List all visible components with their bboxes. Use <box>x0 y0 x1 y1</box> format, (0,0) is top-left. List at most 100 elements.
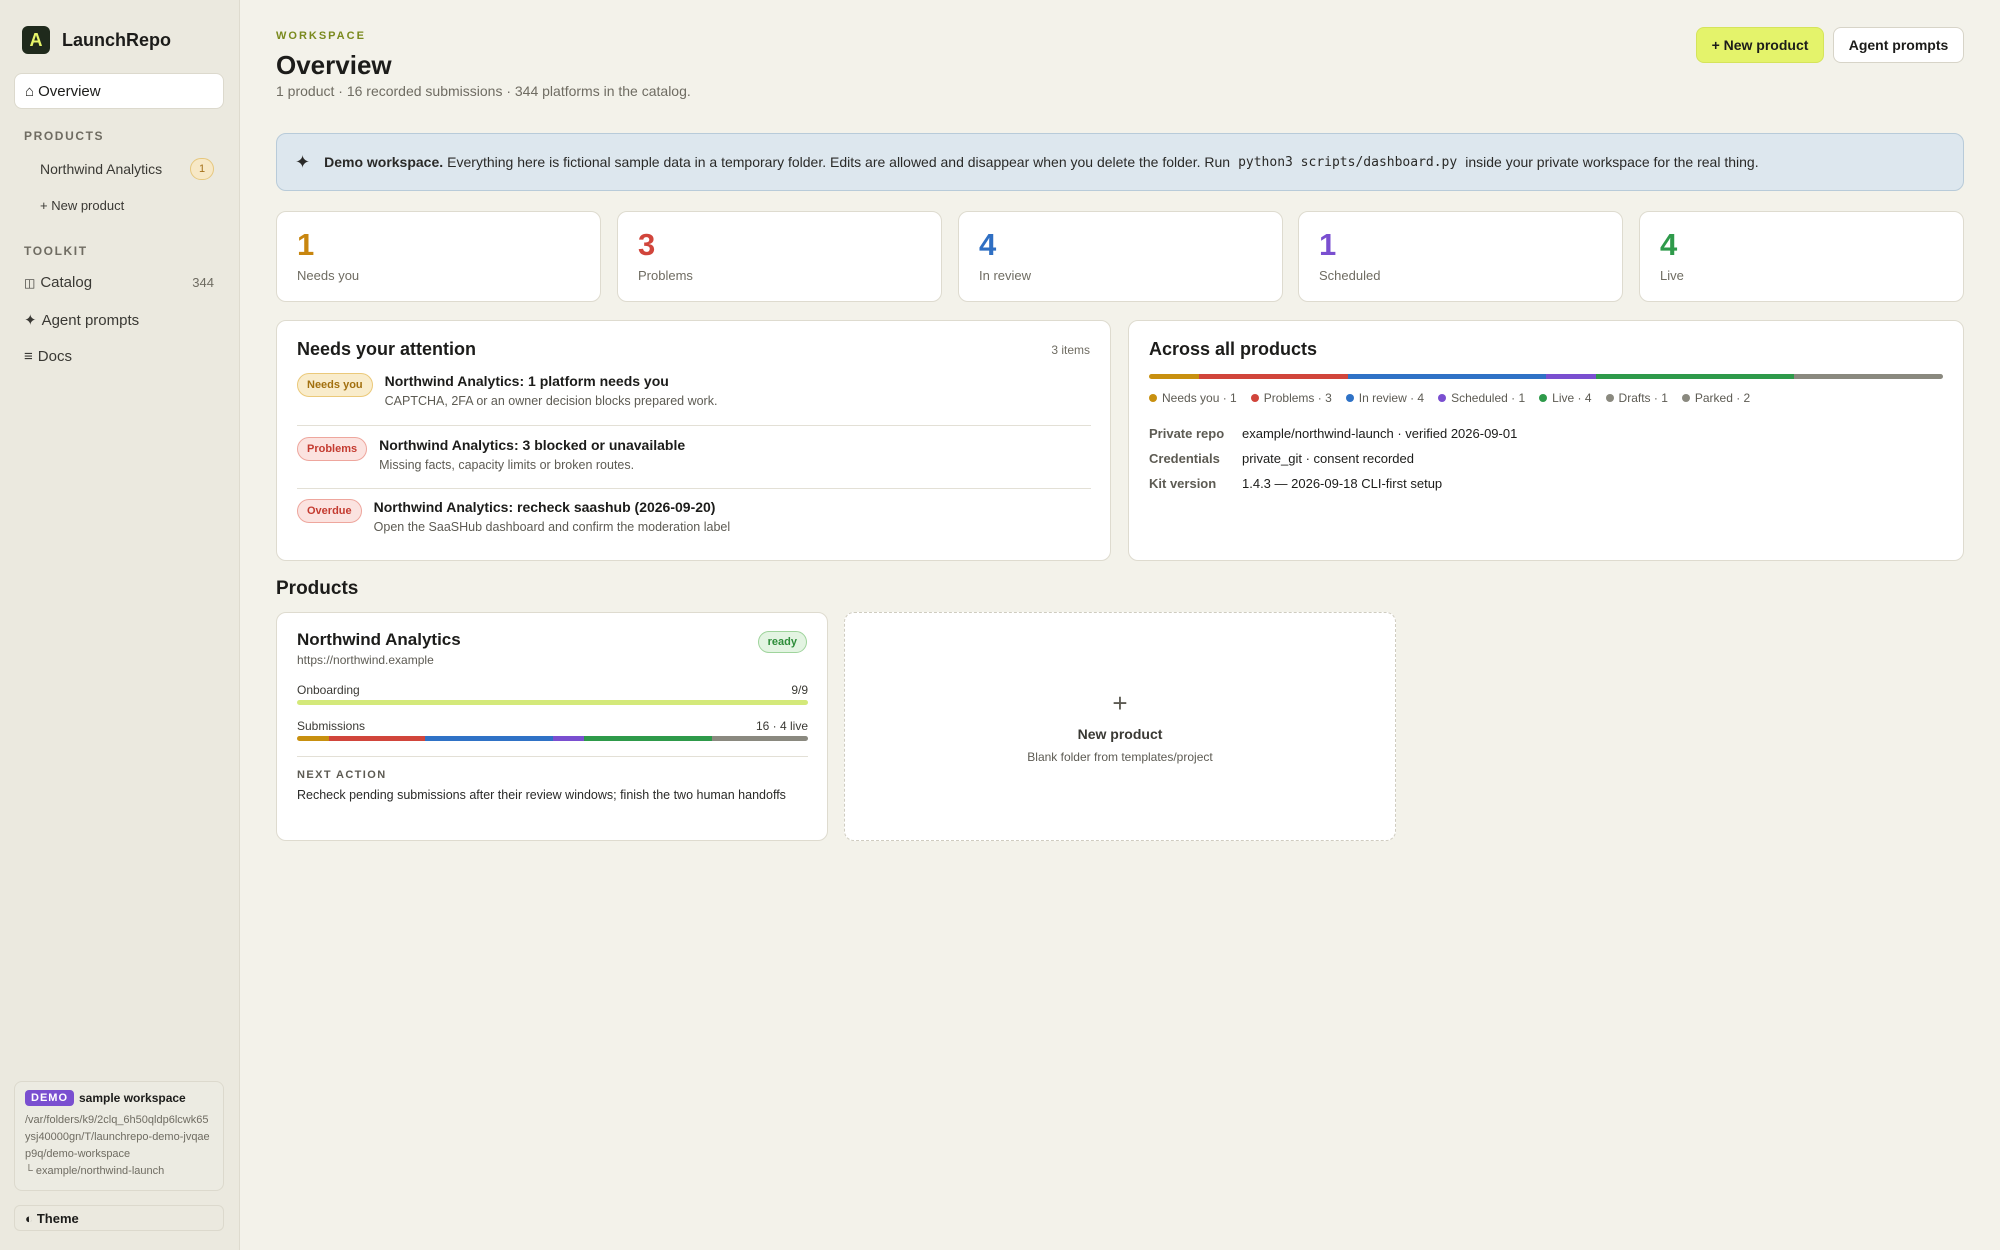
product-name: Northwind Analytics <box>297 630 461 649</box>
toolkit-section-label: TOOLKIT <box>24 244 88 258</box>
bar-segment <box>1149 374 1199 379</box>
demo-repo: └ example/northwind-launch <box>25 1165 165 1177</box>
nav-overview[interactable]: ⌂ Overview <box>14 73 224 109</box>
across-products-card: Across all products Needs you · 1 Problem… <box>1128 320 1964 561</box>
legend-dot <box>1539 394 1548 402</box>
banner-bold: Demo workspace. <box>324 154 444 170</box>
attention-item[interactable]: Overdue Northwind Analytics: recheck saa… <box>297 499 1091 534</box>
bar-segment <box>1347 374 1546 379</box>
legend-item: Needs you · 1 <box>1149 391 1237 405</box>
bar-segment <box>424 736 553 741</box>
products-section-label: PRODUCTS <box>24 129 105 143</box>
attention-item-title: Northwind Analytics: 1 platform needs yo… <box>384 373 669 389</box>
stat-in-review[interactable]: 4 In review <box>958 211 1283 302</box>
next-action-label: NEXT ACTION <box>297 769 387 781</box>
banner-text: Everything here is fictional sample data… <box>447 154 1231 170</box>
stat-live[interactable]: 4 Live <box>1639 211 1964 302</box>
bar-segment <box>297 736 329 741</box>
onboarding-progress-bar <box>297 700 808 705</box>
detail-row: Credentials private_git · consent record… <box>1149 451 1414 466</box>
stat-value: 4 <box>979 227 997 262</box>
theme-toggle[interactable]: ◐ Theme <box>14 1205 224 1231</box>
onboarding-value: 9/9 <box>791 683 808 697</box>
attention-title: Needs your attention <box>297 339 477 359</box>
stat-label: Scheduled <box>1319 268 1381 283</box>
sidebar-new-product[interactable]: + New product <box>40 198 230 213</box>
banner-tail: inside your private workspace for the re… <box>1465 154 1759 170</box>
detail-value: 1.4.3 — 2026-09-18 CLI-first setup <box>1242 476 1443 491</box>
detail-row: Kit version 1.4.3 — 2026-09-18 CLI-first… <box>1149 476 1442 491</box>
detail-key: Private repo <box>1149 426 1225 441</box>
detail-key: Kit version <box>1149 476 1217 491</box>
sidebar-item-label: Northwind Analytics <box>40 161 163 177</box>
onboarding-label: Onboarding <box>297 683 360 697</box>
page-title: Overview <box>276 50 392 80</box>
products-section-title: Products <box>276 578 359 599</box>
brand-logo: A <box>22 26 50 54</box>
across-title: Across all products <box>1149 339 1318 359</box>
sidebar-item-northwind[interactable]: Northwind Analytics 1 <box>40 158 214 180</box>
demo-workspace-info: DEMO sample workspace /var/folders/k9/2c… <box>14 1081 224 1191</box>
legend-item: Scheduled · 1 <box>1438 391 1525 405</box>
legend-item: In review · 4 <box>1345 391 1424 405</box>
submissions-row: Submissions 16 · 4 live <box>297 719 808 733</box>
brand[interactable]: A LaunchRepo <box>22 26 171 54</box>
attention-item-desc: Open the SaaSHub dashboard and confirm t… <box>373 520 731 534</box>
new-product-button[interactable]: + New product <box>1696 27 1824 63</box>
sidebar-item-docs[interactable]: ≡ Docs <box>24 348 214 365</box>
submissions-label: Submissions <box>297 719 366 733</box>
stat-problems[interactable]: 3 Problems <box>617 211 942 302</box>
attention-item[interactable]: Problems Northwind Analytics: 3 blocked … <box>297 437 1091 472</box>
stat-label: Live <box>1660 268 1684 283</box>
bar-segment <box>552 736 585 741</box>
sidebar-item-catalog[interactable]: ◫ Catalog 344 <box>24 274 214 291</box>
page-eyebrow: WORKSPACE <box>276 30 366 42</box>
detail-row: Private repo example/northwind-launch · … <box>1149 426 1517 441</box>
onboarding-row: Onboarding 9/9 <box>297 683 808 697</box>
submissions-value: 16 · 4 live <box>755 719 808 733</box>
product-card-northwind[interactable]: Northwind Analytics https://northwind.ex… <box>276 612 828 841</box>
legend-item: Live · 4 <box>1539 391 1592 405</box>
sidebar-item-label: Catalog <box>40 274 93 291</box>
theme-label: Theme <box>36 1210 79 1226</box>
detail-value: example/northwind-launch · verified 2026… <box>1242 426 1518 441</box>
attention-count: 3 items <box>1051 343 1090 357</box>
legend-dot <box>1605 394 1614 402</box>
legend-dot <box>1681 394 1690 402</box>
agent-prompts-button[interactable]: Agent prompts <box>1833 27 1964 63</box>
product-url[interactable]: https://northwind.example <box>297 653 434 667</box>
page-subtitle: 1 product · 16 recorded submissions · 34… <box>276 83 691 99</box>
banner-command: python3 scripts/dashboard.py <box>1238 154 1458 170</box>
catalog-count: 344 <box>192 275 214 290</box>
sidebar-item-agent-prompts[interactable]: ✦ Agent prompts <box>24 311 214 330</box>
sidebar-item-label: Docs <box>37 348 72 365</box>
attention-card: Needs your attention 3 items Needs you N… <box>276 320 1111 561</box>
attention-item[interactable]: Needs you Northwind Analytics: 1 platfor… <box>297 373 1091 408</box>
bar-segment <box>1843 374 1943 379</box>
stat-label: Problems <box>638 268 693 283</box>
progress-fill <box>297 700 808 705</box>
status-distribution-bar <box>1149 374 1943 379</box>
divider <box>297 425 1091 426</box>
attention-item-desc: CAPTCHA, 2FA or an owner decision blocks… <box>384 394 718 408</box>
bar-segment <box>1546 374 1596 379</box>
legend-dot <box>1345 394 1354 402</box>
detail-key: Credentials <box>1149 451 1220 466</box>
stat-scheduled[interactable]: 1 Scheduled <box>1298 211 1623 302</box>
catalog-icon: ◫ <box>24 275 36 290</box>
next-action-text: Recheck pending submissions after their … <box>297 788 786 802</box>
submissions-distribution-bar <box>297 736 808 741</box>
demo-banner: ✦ Demo workspace. Everything here is fic… <box>276 133 1964 191</box>
status-badge: Overdue <box>297 499 362 523</box>
divider <box>297 756 808 757</box>
legend-label: Problems · 3 <box>1263 391 1332 405</box>
product-badge: 1 <box>190 158 214 180</box>
attention-item-title: Northwind Analytics: 3 blocked or unavai… <box>379 437 686 453</box>
new-product-card[interactable]: + New product Blank folder from template… <box>844 612 1396 841</box>
sidebar: A LaunchRepo ⌂ Overview PRODUCTS Northwi… <box>0 0 240 1250</box>
status-badge: Needs you <box>297 373 373 397</box>
status-badge: Problems <box>297 437 368 461</box>
stat-needs-you[interactable]: 1 Needs you <box>276 211 601 302</box>
legend-label: Needs you · 1 <box>1162 391 1237 405</box>
attention-item-title: Northwind Analytics: recheck saashub (20… <box>373 499 716 515</box>
